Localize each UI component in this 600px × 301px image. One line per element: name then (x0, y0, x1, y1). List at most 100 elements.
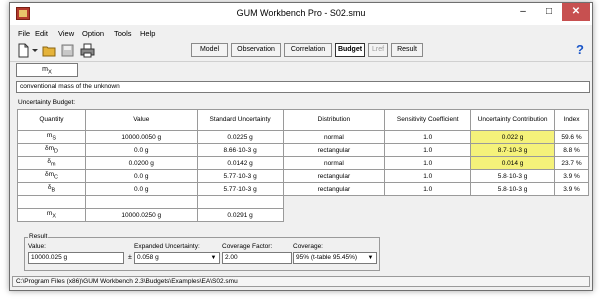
cell-sensitivity: 1.0 (384, 156, 472, 170)
cell-standard-uncertainty: 5.77·10-3 g (196, 169, 284, 183)
table-row[interactable]: mS 10000.0050 g 0.0225 g normal 1.0 0.02… (17, 130, 589, 144)
quantity-description[interactable]: conventional mass of the unknown (16, 81, 590, 93)
table-header-row: Quantity Value Standard Uncertainty Dist… (17, 109, 589, 131)
chevron-down-icon: ▼ (367, 255, 374, 261)
menu-help[interactable]: Help (140, 29, 155, 38)
cell-standard-uncertainty: 0.0225 g (196, 130, 284, 144)
cell-value: 0.0 g (84, 169, 198, 183)
tab-budget[interactable]: Budget (335, 43, 365, 57)
plus-minus-symbol: ± (128, 254, 132, 261)
app-window: GUM Workbench Pro - S02.smu – □ ✕ File E… (9, 2, 593, 291)
tab-model[interactable]: Model (191, 43, 228, 57)
expanded-uncertainty-label: Expanded Uncertainty: (134, 243, 200, 250)
quantity-subscript: X (47, 69, 52, 76)
menu-view[interactable]: View (58, 29, 74, 38)
cell-standard-uncertainty: 8.66·10-3 g (196, 143, 284, 157)
menu-bar: File Edit View Option Tools Help (10, 28, 592, 40)
status-bar: C:\Program Files (x86)\GUM Workbench 2.3… (12, 276, 590, 287)
cell-value: 0.0 g (84, 182, 198, 196)
cell-contribution: 0.014 g (470, 156, 555, 170)
cell-distribution: rectangular (282, 143, 386, 157)
table-spacer-row (17, 195, 589, 209)
header-index: Index (554, 109, 589, 131)
toolbar: Model Observation Correlation Budget Lre… (10, 41, 592, 62)
table-row[interactable]: δmD 0.0 g 8.66·10-3 g rectangular 1.0 8.… (17, 143, 589, 157)
header-distribution: Distribution (282, 109, 386, 131)
tab-observation[interactable]: Observation (231, 43, 281, 57)
header-contribution: Uncertainty Contribution (470, 109, 555, 131)
cell-quantity: δB (17, 182, 86, 196)
cell-quantity: δmC (17, 169, 86, 183)
save-icon[interactable] (60, 43, 75, 58)
cell-distribution: rectangular (282, 169, 386, 183)
menu-file[interactable]: File (18, 29, 30, 38)
cell-contribution: 5.8·10-3 g (470, 169, 555, 183)
cell-value: 0.0200 g (84, 156, 198, 170)
minimize-button[interactable]: – (510, 3, 536, 21)
cell-index: 3.9 % (554, 169, 589, 183)
cell-sensitivity: 1.0 (384, 169, 472, 183)
table-row[interactable]: δm 0.0200 g 0.0142 g normal 1.0 0.014 g … (17, 156, 589, 170)
cell-index: 23.7 % (554, 156, 589, 170)
summary-value: 10000.0250 g (84, 208, 198, 222)
help-icon[interactable]: ? (576, 42, 584, 57)
header-standard-uncertainty: Standard Uncertainty (196, 109, 284, 131)
quantity-tab-mx[interactable]: mX (16, 63, 78, 77)
menu-option[interactable]: Option (82, 29, 104, 38)
result-group-title: Result (28, 233, 49, 240)
title-bar: GUM Workbench Pro - S02.smu – □ ✕ (10, 3, 592, 25)
budget-label: Uncertainty Budget: (18, 99, 76, 106)
coverage-label: Coverage: (293, 243, 323, 250)
cell-contribution: 8.7·10-3 g (470, 143, 555, 157)
uncertainty-budget-table: Quantity Value Standard Uncertainty Dist… (17, 109, 589, 222)
coverage-factor-field[interactable]: 2.00 (222, 252, 292, 264)
header-value: Value (84, 109, 198, 131)
maximize-button[interactable]: □ (536, 3, 562, 21)
cell-quantity: mS (17, 130, 86, 144)
cell-value: 10000.0050 g (84, 130, 198, 144)
menu-tools[interactable]: Tools (114, 29, 132, 38)
cell-distribution: normal (282, 130, 386, 144)
cell-sensitivity: 1.0 (384, 143, 472, 157)
coverage-select[interactable]: 95% (t-table 95.45%) ▼ (293, 252, 377, 264)
cell-index: 59.6 % (554, 130, 589, 144)
cell-quantity: δmD (17, 143, 86, 157)
new-file-icon[interactable] (16, 43, 31, 58)
cell-standard-uncertainty: 0.0142 g (196, 156, 284, 170)
value-label: Value: (28, 243, 46, 250)
result-group: Result Value: 10000.025 g ± Expanded Unc… (24, 233, 380, 271)
coverage-factor-label: Coverage Factor: (222, 243, 273, 250)
cell-value: 0.0 g (84, 143, 198, 157)
close-button[interactable]: ✕ (562, 3, 590, 21)
dropdown-icon[interactable] (31, 43, 39, 58)
table-row[interactable]: δB 0.0 g 5.77·10-3 g rectangular 1.0 5.8… (17, 182, 589, 196)
cell-index: 8.8 % (554, 143, 589, 157)
header-quantity: Quantity (17, 109, 86, 131)
cell-distribution: rectangular (282, 182, 386, 196)
tab-lref: Lref (368, 43, 388, 57)
result-value-field[interactable]: 10000.025 g (28, 252, 124, 264)
cell-standard-uncertainty: 5.77·10-3 g (196, 182, 284, 196)
summary-quantity: mX (17, 208, 86, 222)
cell-contribution: 5.8·10-3 g (470, 182, 555, 196)
open-folder-icon[interactable] (42, 43, 57, 58)
header-sensitivity: Sensitivity Coefficient (384, 109, 472, 131)
menu-edit[interactable]: Edit (35, 29, 48, 38)
cell-contribution: 0.022 g (470, 130, 555, 144)
tab-result[interactable]: Result (391, 43, 423, 57)
cell-distribution: normal (282, 156, 386, 170)
expanded-uncertainty-select[interactable]: 0.058 g ▼ (134, 252, 220, 264)
cell-sensitivity: 1.0 (384, 130, 472, 144)
summary-standard-uncertainty: 0.0291 g (196, 208, 284, 222)
coverage-value: 95% (t-table 95.45%) (296, 254, 358, 261)
cell-quantity: δm (17, 156, 86, 170)
expanded-uncertainty-value: 0.058 g (137, 254, 159, 261)
chevron-down-icon: ▼ (210, 255, 217, 261)
table-row[interactable]: δmC 0.0 g 5.77·10-3 g rectangular 1.0 5.… (17, 169, 589, 183)
tab-correlation[interactable]: Correlation (284, 43, 332, 57)
print-icon[interactable] (80, 43, 95, 58)
cell-sensitivity: 1.0 (384, 182, 472, 196)
table-summary-row: mX 10000.0250 g 0.0291 g (17, 208, 589, 222)
window-title: GUM Workbench Pro - S02.smu (236, 8, 366, 18)
cell-index: 3.9 % (554, 182, 589, 196)
